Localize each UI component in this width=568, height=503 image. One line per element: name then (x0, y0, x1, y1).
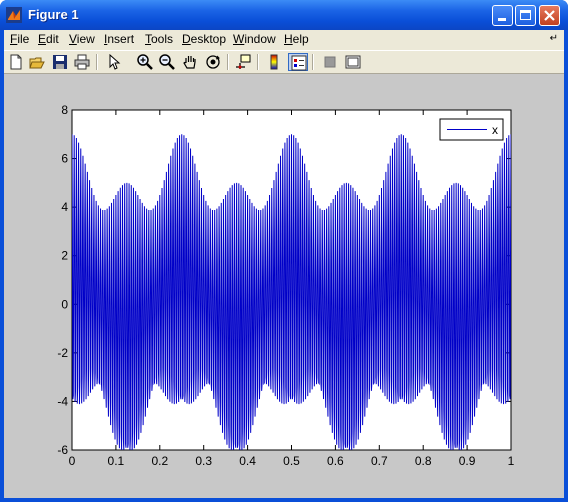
menu-help-mnemonic: H (284, 32, 293, 46)
title-bar[interactable]: Figure 1 (0, 0, 568, 30)
y-tick-label: 8 (61, 103, 68, 117)
menu-window-label: indow (244, 32, 276, 46)
dock-arrow-icon[interactable]: ↵ (550, 33, 558, 44)
zoom-out-icon (159, 54, 175, 70)
legend-box[interactable]: x (439, 118, 504, 141)
x-tick-label: 0 (69, 454, 76, 468)
close-icon (544, 10, 555, 21)
legend-button[interactable] (288, 53, 308, 71)
menu-view-label: iew (76, 32, 95, 46)
y-tick-label: -2 (57, 346, 68, 360)
data-cursor-icon (236, 54, 251, 69)
figure-window: Figure 1 File Edit View Insert Tools Des… (0, 0, 568, 502)
menu-edit[interactable]: Edit (38, 32, 59, 46)
minimize-button[interactable] (492, 5, 513, 26)
x-tick-label: 0.1 (108, 454, 125, 468)
minimize-icon (498, 18, 506, 21)
select-arrow-button[interactable] (104, 53, 124, 71)
pan-hand-icon (183, 56, 196, 69)
colorbar-icon (270, 54, 278, 70)
x-tick-label: 1 (508, 454, 515, 468)
menu-edit-label: dit (46, 32, 59, 46)
show-plot-tools-button[interactable] (343, 53, 363, 71)
matlab-icon (6, 7, 22, 23)
select-arrow-icon (109, 54, 121, 70)
show-plot-tools-icon (345, 55, 361, 69)
menu-tools-label: ools (151, 32, 174, 46)
menu-desktop[interactable]: Desktop (182, 32, 226, 46)
toolbar-separator (312, 54, 314, 70)
zoom-in-icon (137, 54, 153, 70)
plot-svg: 0 0.1 0.2 0.3 0.4 0.5 0.6 0.7 0.8 0.9 1 -6 -4 -2 0 2 4 6 8… (57, 103, 515, 468)
legend-icon (291, 55, 307, 71)
x-tick-label: 0.4 (239, 454, 256, 468)
save-icon (53, 55, 67, 69)
menu-window[interactable]: Window (233, 32, 276, 46)
toolbar-separator (96, 54, 98, 70)
open-file-icon (29, 57, 45, 69)
menu-edit-mnemonic: E (38, 32, 47, 46)
x-tick-label: 0.5 (283, 454, 300, 468)
menu-view[interactable]: View (69, 32, 95, 46)
menu-desktop-label: esktop (190, 32, 227, 46)
menu-help[interactable]: Help (284, 32, 309, 46)
window-title: Figure 1 (28, 7, 79, 22)
menu-help-label: elp (292, 32, 309, 46)
menu-insert-label: nsert (107, 32, 135, 46)
menu-bar: File Edit View Insert Tools Desktop Wind… (4, 30, 564, 50)
menu-window-mnemonic: W (233, 32, 245, 46)
pan-button[interactable] (180, 53, 200, 71)
new-figure-button[interactable] (6, 53, 26, 71)
x-tick-label: 0.7 (371, 454, 388, 468)
close-button[interactable] (539, 5, 560, 26)
y-tick-label: 0 (61, 297, 68, 311)
y-tick-label: 6 (61, 152, 68, 166)
zoom-in-button[interactable] (135, 53, 155, 71)
print-button[interactable] (72, 53, 92, 71)
x-tick-label: 0.2 (151, 454, 168, 468)
figure-toolbar (4, 50, 564, 74)
zoom-out-button[interactable] (157, 53, 177, 71)
x-tick-label: 0.9 (459, 454, 476, 468)
x-tick-label: 0.6 (327, 454, 344, 468)
save-button[interactable] (50, 53, 70, 71)
print-icon (74, 54, 90, 70)
hide-plot-tools-icon (324, 56, 336, 68)
menu-desktop-mnemonic: D (182, 32, 191, 46)
toolbar-separator (227, 54, 229, 70)
y-tick-label: -6 (57, 443, 68, 457)
hide-plot-tools-button[interactable] (320, 53, 340, 71)
menu-file[interactable]: File (10, 32, 29, 46)
x-tick-label: 0.8 (415, 454, 432, 468)
menu-file-label: ile (17, 32, 30, 46)
figure-canvas[interactable]: 0 0.1 0.2 0.3 0.4 0.5 0.6 0.7 0.8 0.9 1 -6 -4 -2 0 2 4 6 8… (4, 74, 564, 498)
maximize-button[interactable] (515, 5, 536, 26)
menu-view-mnemonic: V (69, 32, 77, 46)
open-file-button[interactable] (27, 53, 47, 71)
rotate-3d-icon (206, 55, 220, 69)
colorbar-button[interactable] (264, 53, 284, 71)
rotate-3d-button[interactable] (203, 53, 223, 71)
menu-insert[interactable]: Insert (104, 32, 134, 46)
client-area: File Edit View Insert Tools Desktop Wind… (4, 30, 564, 498)
maximize-icon (520, 10, 531, 20)
y-tick-label: 4 (61, 200, 68, 214)
menu-tools[interactable]: Tools (145, 32, 173, 46)
y-tick-label: -4 (57, 394, 68, 408)
y-tick-label: 2 (61, 249, 68, 263)
new-figure-icon (10, 54, 22, 70)
x-tick-label: 0.3 (195, 454, 212, 468)
toolbar-separator (257, 54, 259, 70)
legend-label-x: x (492, 123, 498, 137)
data-cursor-button[interactable] (233, 53, 253, 71)
